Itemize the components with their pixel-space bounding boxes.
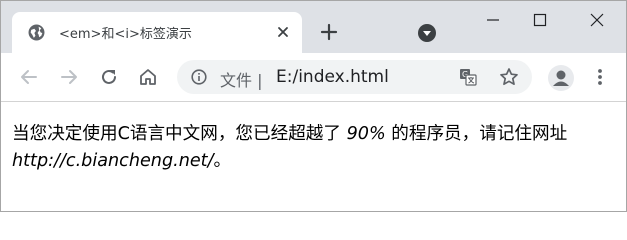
tab-strip: <em>和<i>标签演示	[1, 1, 626, 53]
scheme-separator: |	[257, 71, 263, 90]
star-icon[interactable]	[499, 67, 519, 87]
page-content: 当您决定使用C语言中文网，您已经超越了 90% 的程序员，请记住网址 http:…	[1, 102, 626, 211]
reload-icon[interactable]	[98, 66, 120, 88]
active-tab[interactable]: <em>和<i>标签演示	[12, 12, 302, 53]
emphasis-percent: 90%	[346, 124, 386, 144]
scheme-label: 文件 |	[220, 71, 263, 90]
person-icon	[553, 70, 569, 86]
close-icon[interactable]	[275, 24, 291, 40]
paragraph-text-3: 。	[213, 151, 232, 171]
url-text[interactable]: E:/index.html	[276, 67, 389, 87]
chevron-down-circle-icon[interactable]	[417, 23, 437, 43]
profile-avatar[interactable]	[548, 65, 574, 91]
home-icon[interactable]	[137, 66, 159, 88]
paragraph-text-1: 当您决定使用C语言中文网，您已经超越了	[12, 124, 347, 144]
info-icon[interactable]	[191, 69, 207, 85]
tab-title: <em>和<i>标签演示	[59, 27, 192, 42]
kebab-menu-icon[interactable]	[591, 67, 609, 87]
plus-icon[interactable]	[318, 21, 340, 43]
toolbar: 文件 | E:/index.html G	[1, 53, 626, 102]
paragraph-text-2: 的程序员，请记住网址	[385, 124, 568, 144]
address-bar[interactable]: 文件 | E:/index.html G	[177, 60, 532, 94]
close-icon[interactable]	[586, 9, 608, 31]
browser-window: <em>和<i>标签演示 文件 | E:/index.html G 当您决定使用…	[0, 0, 627, 212]
back-arrow-icon[interactable]	[18, 66, 40, 88]
body-paragraph: 当您决定使用C语言中文网，您已经超越了 90% 的程序员，请记住网址 http:…	[12, 121, 612, 175]
translate-icon[interactable]: G	[459, 68, 477, 86]
forward-arrow-icon[interactable]	[58, 66, 80, 88]
minimize-icon[interactable]	[482, 9, 504, 31]
maximize-icon[interactable]	[529, 9, 551, 31]
globe-icon	[28, 24, 45, 41]
italic-url: http://c.biancheng.net/	[12, 151, 214, 171]
